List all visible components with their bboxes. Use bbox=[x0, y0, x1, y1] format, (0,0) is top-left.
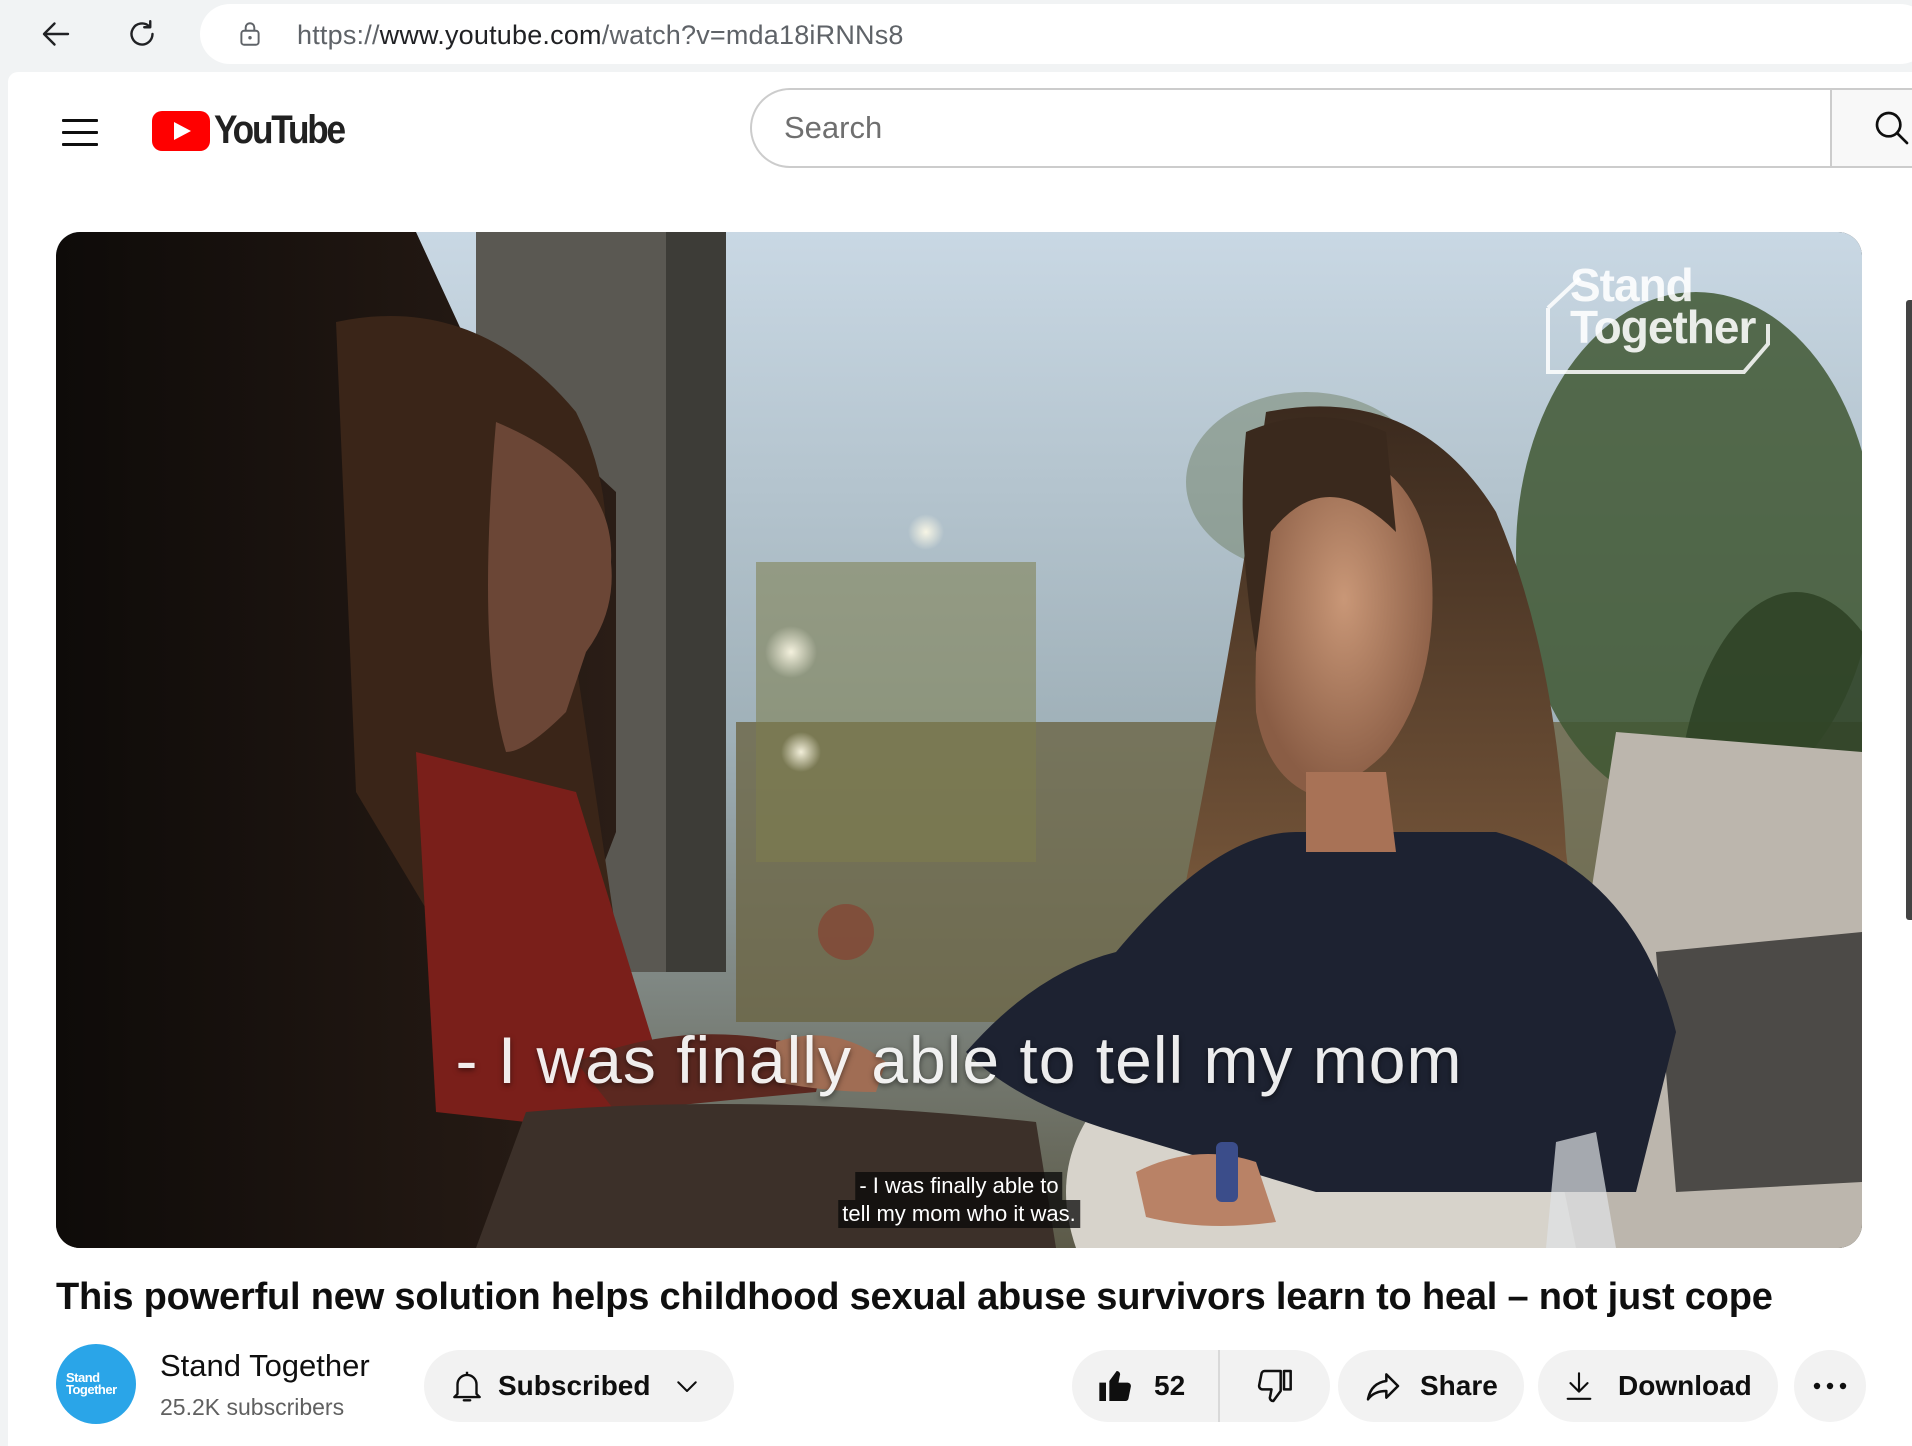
url-domain: www.youtube.com bbox=[379, 20, 602, 50]
download-icon bbox=[1566, 1372, 1592, 1400]
video-title: This powerful new solution helps childho… bbox=[56, 1276, 1773, 1318]
url-text[interactable]: https://www.youtube.com/watch?v=mda18iRN… bbox=[297, 20, 904, 51]
address-bar[interactable]: https://www.youtube.com/watch?v=mda18iRN… bbox=[200, 4, 1912, 64]
search-button[interactable] bbox=[1830, 88, 1912, 168]
thumbs-down-icon bbox=[1257, 1369, 1292, 1403]
url-scheme: https:// bbox=[297, 20, 380, 50]
watermark-text: Stand Together bbox=[1570, 259, 1756, 353]
subscriber-count: 25.2K subscribers bbox=[160, 1394, 345, 1420]
chevron-down-icon bbox=[677, 1381, 698, 1392]
reload-icon[interactable] bbox=[120, 12, 164, 56]
browser-toolbar: https://www.youtube.com/watch?v=mda18iRN… bbox=[0, 0, 1912, 68]
subscribe-label: Subscribed bbox=[498, 1370, 651, 1401]
bell-icon bbox=[453, 1371, 481, 1402]
search-box bbox=[750, 88, 1830, 168]
masthead: YouTube bbox=[8, 72, 1912, 184]
cc-line: tell my mom who it was. bbox=[838, 1200, 1080, 1228]
closed-captions: - I was finally able to tell my mom who … bbox=[838, 1172, 1080, 1228]
youtube-page: YouTube Search Stand Together - I was fi… bbox=[8, 72, 1912, 1446]
share-arrow-icon bbox=[1366, 1373, 1400, 1401]
search-icon bbox=[1875, 111, 1909, 145]
url-path: /watch?v=mda18iRNNs8 bbox=[601, 20, 904, 50]
like-count: 52 bbox=[1154, 1370, 1186, 1401]
thumbs-up-icon bbox=[1099, 1370, 1131, 1402]
more-dots-icon bbox=[1813, 1382, 1847, 1390]
like-button[interactable]: 52 bbox=[1072, 1350, 1220, 1422]
download-label: Download bbox=[1618, 1370, 1752, 1401]
channel-avatar[interactable]: Stand Together bbox=[56, 1344, 136, 1424]
side-panel-edge bbox=[1906, 300, 1912, 920]
channel-name[interactable]: Stand Together bbox=[160, 1348, 370, 1384]
share-button[interactable]: Share bbox=[1338, 1350, 1524, 1422]
lock-icon[interactable] bbox=[236, 20, 264, 48]
logo-text: YouTube bbox=[214, 108, 346, 152]
download-button[interactable]: Download bbox=[1538, 1350, 1778, 1422]
stand-together-watermark: Stand Together bbox=[1544, 259, 1774, 376]
avatar-text: Together bbox=[66, 1382, 117, 1397]
youtube-logo[interactable]: YouTube bbox=[152, 108, 362, 153]
hamburger-menu-icon[interactable] bbox=[52, 104, 108, 160]
share-label: Share bbox=[1420, 1370, 1498, 1401]
burned-in-caption: - I was finally able to tell my mom bbox=[455, 1023, 1463, 1097]
video-player[interactable]: Stand Together - I was finally able to t… bbox=[56, 232, 1862, 1248]
cc-line: - I was finally able to bbox=[855, 1172, 1063, 1200]
like-dislike-group: 52 bbox=[1072, 1350, 1330, 1422]
dislike-button[interactable] bbox=[1220, 1350, 1328, 1422]
search-input[interactable] bbox=[784, 108, 1784, 148]
more-actions-button[interactable] bbox=[1794, 1350, 1866, 1422]
back-arrow-icon[interactable] bbox=[34, 12, 78, 56]
youtube-play-icon bbox=[152, 110, 210, 151]
subscribed-button[interactable]: Subscribed bbox=[424, 1350, 734, 1422]
